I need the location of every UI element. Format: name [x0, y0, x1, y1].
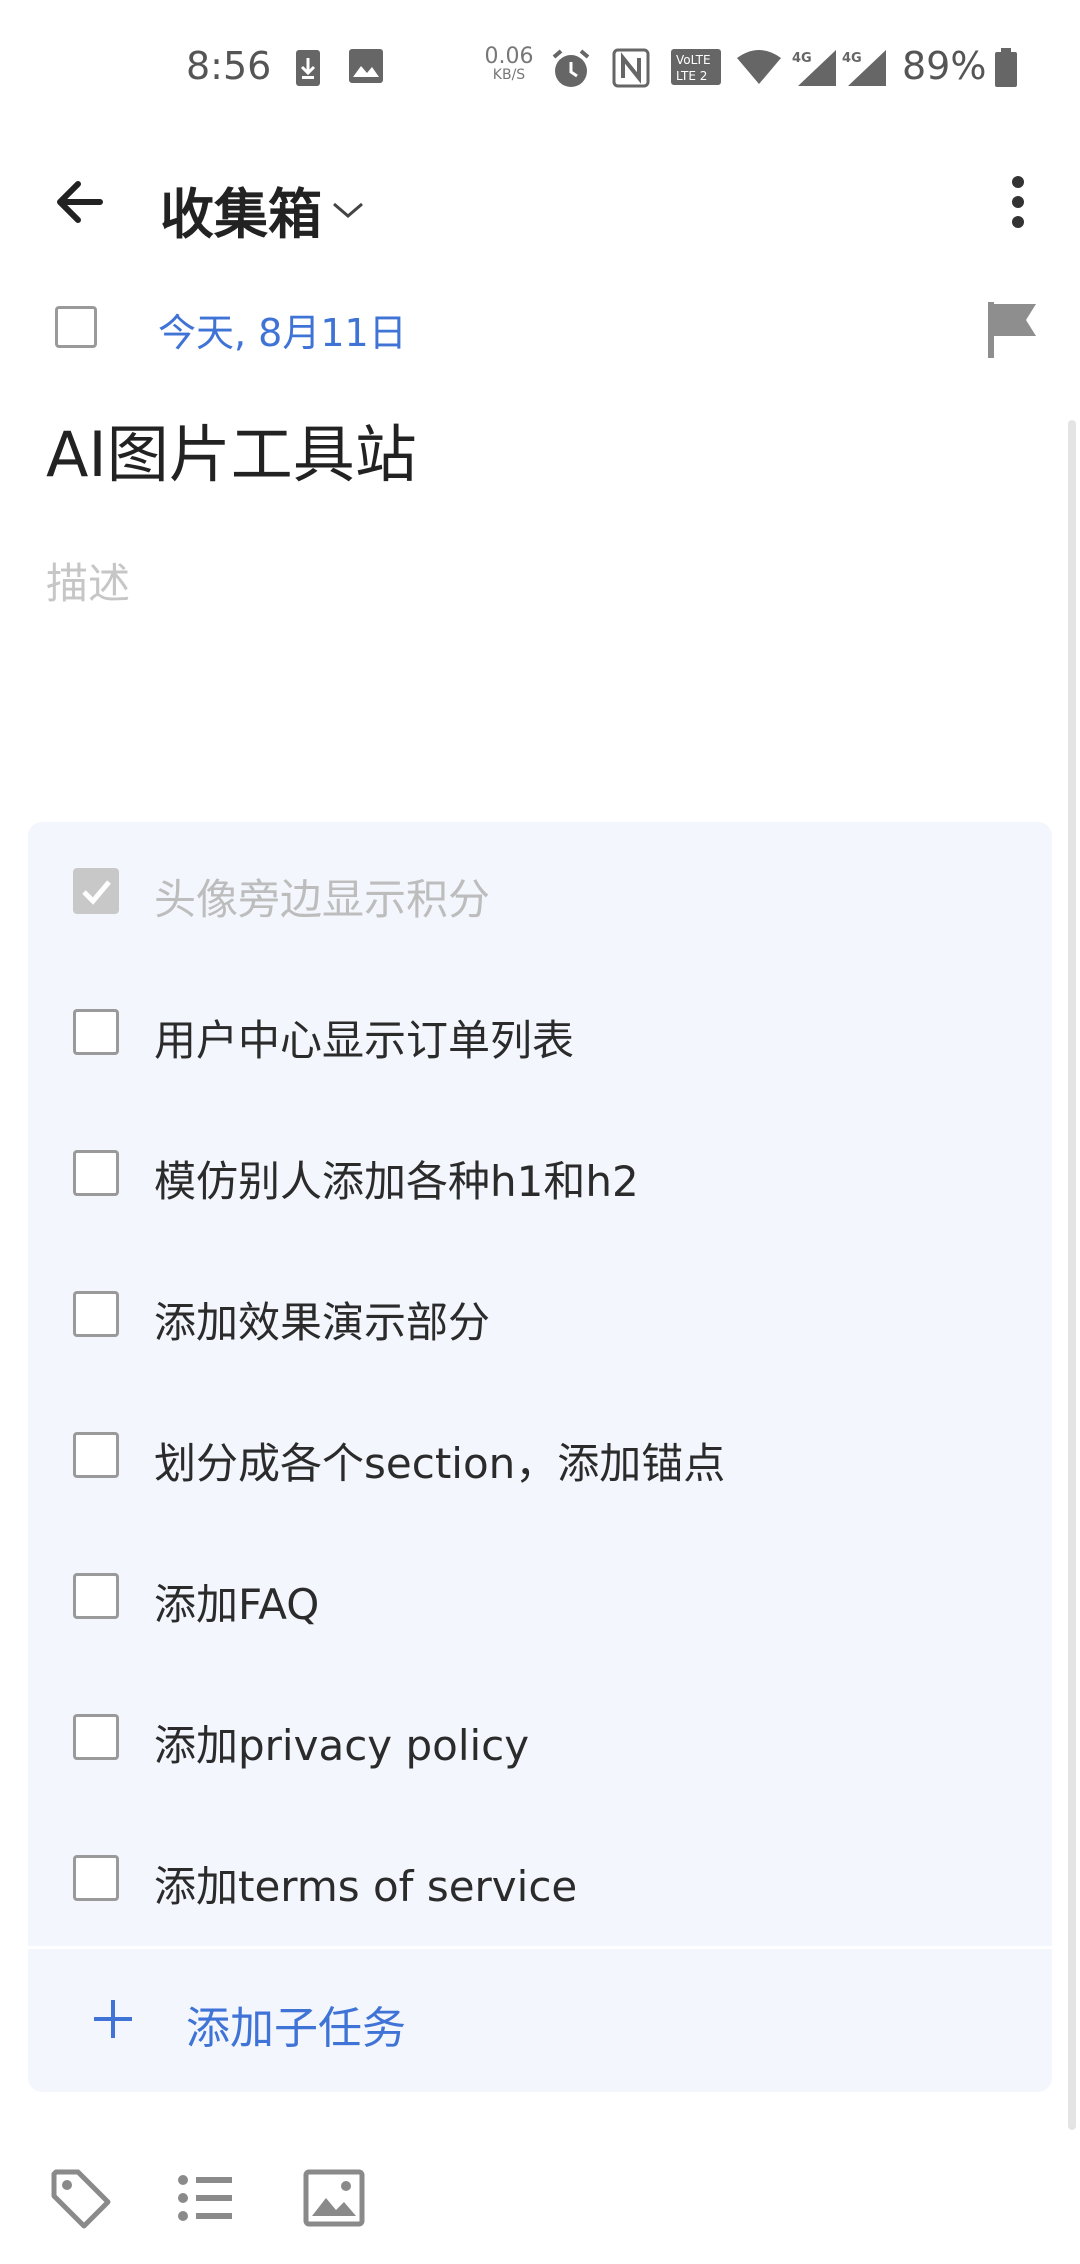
subtask-label: 头像旁边显示积分: [154, 875, 491, 924]
svg-text:4G: 4G: [842, 51, 862, 66]
subtask-checkbox[interactable]: [73, 1150, 119, 1196]
page-title: 收集箱: [160, 183, 322, 246]
image-icon: [303, 2169, 365, 2227]
volte-icon: VoLTE LTE 2: [670, 48, 722, 90]
list-selector[interactable]: 收集箱: [160, 170, 366, 249]
status-time: 8:56: [186, 44, 272, 88]
subtask-label: 添加privacy policy: [154, 1721, 530, 1770]
subtask-item[interactable]: 添加FAQ: [28, 1527, 1052, 1667]
subtask-item[interactable]: 添加效果演示部分: [28, 1245, 1052, 1385]
subtask-item[interactable]: 模仿别人添加各种h1和h2: [28, 1104, 1052, 1244]
tag-icon: [51, 2169, 111, 2229]
due-date[interactable]: 今天, 8月11日: [158, 302, 407, 357]
subtask-checkbox[interactable]: [73, 1573, 119, 1619]
svg-text:VoLTE: VoLTE: [676, 53, 711, 67]
nfc-icon: [612, 48, 650, 92]
subtask-checkbox[interactable]: [73, 1009, 119, 1055]
image-button[interactable]: [302, 2166, 366, 2230]
subtask-label: 添加terms of service: [154, 1862, 578, 1911]
task-meta-row: 今天, 8月11日: [0, 286, 1080, 376]
subtask-label: 划分成各个section，添加锚点: [154, 1439, 726, 1488]
signal-4g-icon: 4G: [842, 48, 888, 92]
subtask-label: 模仿别人添加各种h1和h2: [154, 1157, 639, 1206]
svg-text:4G: 4G: [792, 51, 812, 66]
more-options-button[interactable]: [978, 162, 1058, 242]
signal-4g-icon: 4G: [792, 48, 838, 92]
subtask-label: 添加FAQ: [154, 1580, 320, 1629]
scrollbar[interactable]: [1068, 420, 1076, 2130]
subtask-label: 用户中心显示订单列表: [154, 1016, 575, 1065]
checklist-button[interactable]: [174, 2166, 238, 2230]
subtask-label: 添加效果演示部分: [154, 1298, 491, 1347]
chevron-down-icon: [333, 202, 363, 218]
task-title[interactable]: AI图片工具站: [46, 404, 417, 494]
status-bar: 8:56 0.06 KB/S VoLTE LTE 2 4G 4G 89%: [0, 0, 1080, 140]
subtask-list: 头像旁边显示积分 用户中心显示订单列表 模仿别人添加各种h1和h2 添加效果演示…: [28, 822, 1052, 2092]
image-icon: [348, 48, 384, 88]
battery-percent: 89%: [902, 44, 987, 88]
back-button[interactable]: [40, 162, 120, 242]
subtask-checkbox[interactable]: [73, 1714, 119, 1760]
subtask-item[interactable]: 头像旁边显示积分: [28, 822, 1052, 962]
app-header: 收集箱: [0, 140, 1080, 280]
subtask-item[interactable]: 用户中心显示订单列表: [28, 963, 1052, 1103]
subtask-item[interactable]: 划分成各个section，添加锚点: [28, 1386, 1052, 1526]
add-subtask-button[interactable]: 添加子任务: [28, 1948, 1052, 2092]
subtask-checkbox[interactable]: [73, 1432, 119, 1478]
check-icon: [82, 880, 111, 905]
subtask-item[interactable]: 添加terms of service: [28, 1809, 1052, 1949]
subtask-checkbox[interactable]: [73, 1855, 119, 1901]
tag-button[interactable]: [48, 2166, 112, 2230]
network-speed: 0.06 KB/S: [484, 44, 534, 83]
battery-icon: [994, 48, 1018, 92]
svg-text:LTE 2: LTE 2: [676, 69, 707, 83]
task-complete-checkbox[interactable]: [55, 306, 97, 348]
alarm-icon: [550, 48, 592, 94]
add-subtask-label: 添加子任务: [186, 2003, 406, 2054]
flag-icon: [988, 302, 1036, 358]
subtask-checkbox[interactable]: [73, 1291, 119, 1337]
priority-flag-button[interactable]: [982, 298, 1042, 362]
download-icon: [294, 48, 322, 92]
plus-icon: [94, 2000, 132, 2038]
arrow-left-icon: [57, 181, 103, 223]
subtask-item[interactable]: 添加privacy policy: [28, 1668, 1052, 1808]
subtask-checkbox[interactable]: [73, 868, 119, 914]
more-vertical-icon: [1012, 176, 1024, 228]
wifi-icon: [736, 48, 782, 90]
description-field[interactable]: 描述: [46, 550, 130, 611]
checklist-icon: [178, 2175, 232, 2221]
